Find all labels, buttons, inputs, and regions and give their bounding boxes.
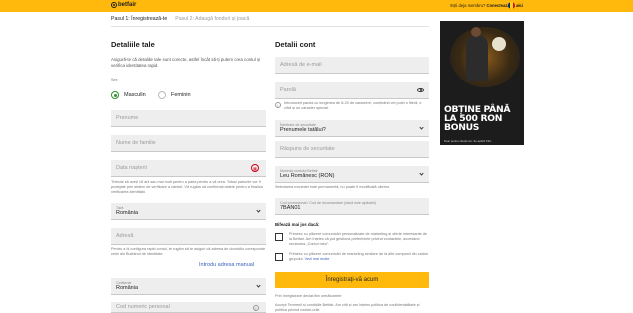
steps-divider (111, 26, 429, 27)
address-placeholder: Adresă (116, 233, 134, 239)
chevron-down-icon (256, 283, 261, 288)
top-bar (0, 0, 633, 12)
promo-code-value: 7BAN01 (280, 204, 301, 211)
terms-intro: Prin înregistrare declar/ăm următoarele: (275, 294, 343, 298)
male-radio[interactable] (111, 91, 119, 99)
show-password-icon[interactable] (417, 88, 424, 92)
calendar-icon[interactable]: ▦ (251, 164, 259, 172)
brand-name: betfair (118, 2, 137, 8)
chevron-down-icon (256, 208, 261, 213)
step-2: Pasul 2: Adaugă fonduri și joacă (175, 16, 250, 22)
banner-ball-icon (492, 37, 506, 51)
birth-date-input[interactable]: Data nașterii (111, 160, 266, 177)
password-hint: Introduceți parola cu lungimea de 8-20 d… (284, 101, 422, 110)
citizenship-select[interactable]: Cetățenie România (111, 278, 266, 295)
terms-text[interactable]: Accept Termenii și condițiile Betfair. A… (275, 303, 429, 313)
group-consent-text: Primesc cu plăcere comunicări de marketi… (289, 252, 429, 262)
last-name-input[interactable]: Nume de familie (111, 135, 266, 152)
sex-label: Sex (111, 78, 118, 82)
birth-date-placeholder: Data nașterii (116, 165, 147, 171)
address-input[interactable]: Adresă (111, 228, 266, 245)
cnp-placeholder: Cod numeric personal (116, 304, 170, 310)
address-note: Pentru a îți configura rapid contul, te … (111, 247, 266, 256)
banner-player-head (471, 27, 481, 37)
personal-details-title: Detaliile tale (111, 40, 155, 49)
marketing-consent-text: Primesc cu plăcere comunicări personaliz… (289, 232, 428, 246)
password-info-icon: i (275, 102, 281, 108)
banner-disclaimer: Doar pentru clienții noi. Se aplică T&C. (444, 139, 492, 143)
promo-code-input[interactable]: Cod promoțional / Cod de recomandare (da… (275, 198, 429, 215)
language-flag-icon[interactable] (508, 2, 515, 9)
chevron-down-icon (419, 125, 424, 130)
see-more-link[interactable]: Vezi mai multe (305, 257, 330, 261)
password-placeholder: Parolă (280, 87, 296, 93)
password-input[interactable]: Parolă (275, 82, 429, 99)
security-answer-placeholder: Răspuns de securitate (280, 146, 335, 152)
step-1: Pasul 1: Înregistrează-te (111, 16, 168, 22)
consent-title: Bifează mai jos dacă: (275, 222, 320, 227)
security-answer-input[interactable]: Răspuns de securitate (275, 141, 429, 158)
security-question-value: Prenumele tatălui? (280, 126, 326, 133)
male-label[interactable]: Masculin (124, 92, 146, 98)
betfair-logo[interactable]: betfair (111, 2, 136, 8)
banner-player-figure (466, 35, 488, 81)
cnp-input[interactable]: Cod numeric personal (111, 302, 266, 313)
register-button[interactable]: Înregistrați-vă acum (275, 272, 429, 288)
birth-date-note: Trebuie să aveți 18 ani sau mai mult pen… (111, 180, 263, 194)
banner-headline: OBȚINE PÂNĂ LA 500 RON BONUS (444, 104, 511, 133)
group-consent-checkbox[interactable] (275, 253, 283, 261)
security-question-select[interactable]: Întrebare de securitate Prenumele tatălu… (275, 120, 429, 137)
country-select[interactable]: Țară România (111, 203, 266, 220)
last-name-placeholder: Nume de familie (116, 140, 156, 146)
first-name-input[interactable]: Prenume (111, 110, 266, 127)
info-icon[interactable]: i (253, 305, 259, 311)
personal-intro: Asigură-te că detaliile tale sunt corect… (111, 57, 261, 68)
chevron-down-icon (419, 171, 424, 176)
chevron-down-icon[interactable]: ⌄ (517, 2, 521, 8)
currency-value: Leu Românesc (RON) (280, 172, 335, 179)
registration-steps: Pasul 1: Înregistrează-te Pasul 2: Adaug… (111, 16, 249, 22)
betfair-logo-icon (111, 2, 117, 8)
female-label[interactable]: Feminin (171, 92, 191, 98)
already-member-text: Ești deja membru? (450, 3, 486, 8)
marketing-consent-checkbox[interactable] (275, 233, 283, 241)
email-placeholder: Adresă de e-mail (280, 62, 322, 68)
female-radio[interactable] (158, 91, 166, 99)
email-input[interactable]: Adresă de e-mail (275, 57, 429, 74)
promo-banner[interactable]: OBȚINE PÂNĂ LA 500 RON BONUS Doar pentru… (440, 21, 524, 145)
currency-select[interactable]: Moneda contului Betfair Leu Românesc (RO… (275, 166, 429, 183)
account-details-title: Detalii cont (275, 40, 316, 49)
currency-note: Selectarea monedei este permanentă, nu p… (275, 185, 391, 189)
country-value: România (116, 209, 139, 216)
first-name-placeholder: Prenume (116, 115, 139, 121)
citizenship-value: România (116, 284, 139, 291)
manual-address-link[interactable]: Introdu adresa manual (199, 262, 254, 268)
